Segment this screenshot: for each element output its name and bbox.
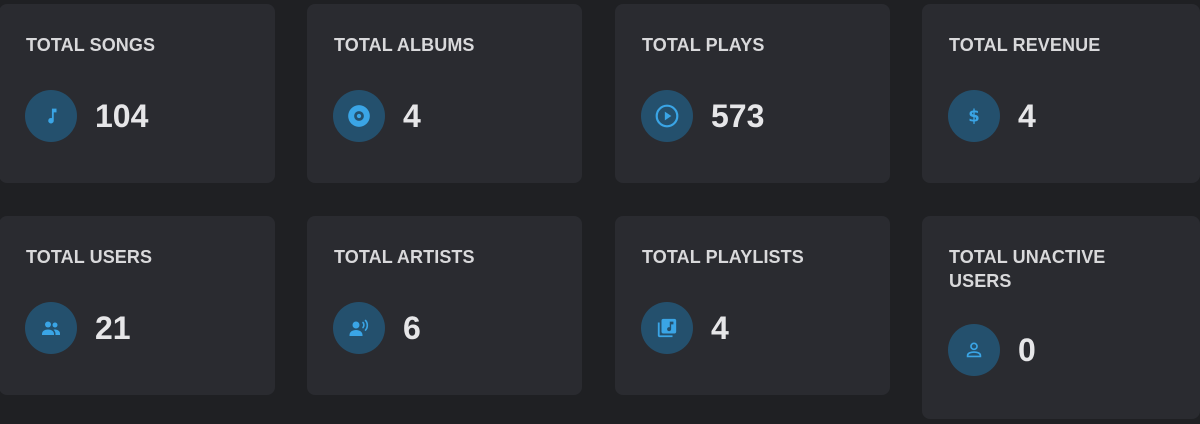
stat-value: 0 xyxy=(1018,332,1036,368)
stat-value: 4 xyxy=(403,98,421,134)
stat-value: 4 xyxy=(1018,98,1036,134)
dollar-icon: $ xyxy=(948,90,1000,142)
playlist-library-icon xyxy=(641,302,693,354)
stat-label: TOTAL USERS xyxy=(26,247,153,267)
stat-card-total-albums: TOTAL ALBUMS 4 xyxy=(307,4,582,183)
stat-label: TOTAL PLAYLISTS xyxy=(642,247,804,267)
svg-text:$: $ xyxy=(968,107,979,126)
stat-value: 4 xyxy=(711,310,729,346)
stat-card-total-users: TOTAL USERS 21 xyxy=(0,216,275,395)
stat-label: TOTAL SONGS xyxy=(26,35,156,55)
stat-card-total-songs: TOTAL SONGS 104 xyxy=(0,4,275,183)
stat-value: 104 xyxy=(95,98,149,134)
stat-label: TOTAL ARTISTS xyxy=(334,247,475,267)
play-circle-icon xyxy=(641,90,693,142)
stat-label: TOTAL UNACTIVE USERS xyxy=(949,247,1106,291)
stat-card-total-playlists: TOTAL PLAYLISTS 4 xyxy=(615,216,890,395)
stat-label: TOTAL ALBUMS xyxy=(334,35,475,55)
stat-value: 21 xyxy=(95,310,131,346)
stat-value: 573 xyxy=(711,98,765,134)
stat-value: 6 xyxy=(403,310,421,346)
stat-card-total-artists: TOTAL ARTISTS 6 xyxy=(307,216,582,395)
users-group-icon xyxy=(25,302,77,354)
user-outline-icon xyxy=(948,324,1000,376)
stat-label: TOTAL PLAYS xyxy=(642,35,765,55)
stats-dashboard: TOTAL SONGS 104 TOTAL ALBUMS 4 TOTAL PLA… xyxy=(0,0,1200,424)
album-disc-icon xyxy=(333,90,385,142)
stat-card-total-unactive-users: TOTAL UNACTIVE USERS 0 xyxy=(922,216,1200,419)
stat-label: TOTAL REVENUE xyxy=(949,35,1101,55)
artist-voice-icon xyxy=(333,302,385,354)
music-note-icon xyxy=(25,90,77,142)
stat-card-total-plays: TOTAL PLAYS 573 xyxy=(615,4,890,183)
stat-card-total-revenue: TOTAL REVENUE $ 4 xyxy=(922,4,1200,183)
